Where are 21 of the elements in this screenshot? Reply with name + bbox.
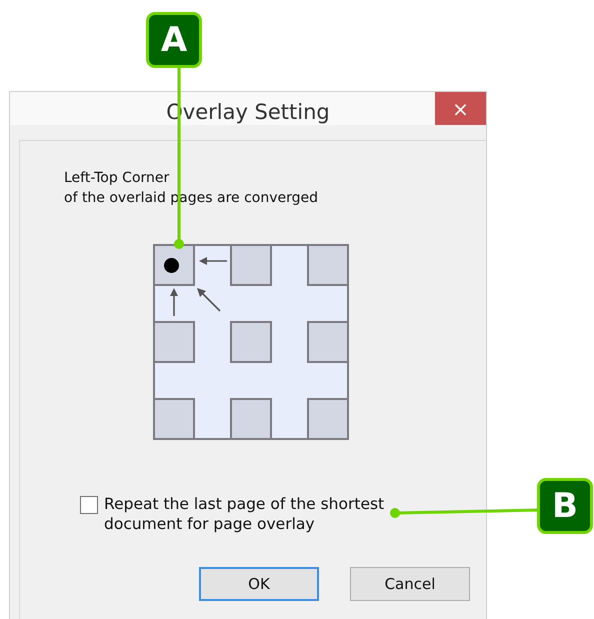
anchor-dot-icon [164, 258, 178, 272]
corner-cell[interactable] [153, 244, 195, 286]
callout-badge: A [146, 12, 202, 68]
arrow-icon [169, 288, 179, 316]
dialog-button[interactable]: Cancel [350, 567, 470, 601]
repeat-label: Repeat the last page of the shortest document for page overlay [104, 494, 386, 534]
repeat-checkbox[interactable] [80, 496, 98, 514]
corner-cell[interactable] [307, 244, 349, 286]
corner-cell[interactable] [307, 398, 349, 440]
corner-cell[interactable] [307, 321, 349, 363]
corner-cell[interactable] [153, 398, 195, 440]
callout-badge: B [537, 478, 593, 534]
corner-cell[interactable] [230, 244, 272, 286]
close-button[interactable]: × [435, 92, 486, 125]
arrow-icon [199, 256, 227, 266]
corner-cell[interactable] [153, 321, 195, 363]
corner-cell[interactable] [230, 398, 272, 440]
arrow-icon [197, 288, 221, 312]
corner-cell[interactable] [230, 321, 272, 363]
description-text: Left-Top Corner [64, 169, 170, 188]
dialog-button[interactable]: OK [199, 567, 319, 601]
